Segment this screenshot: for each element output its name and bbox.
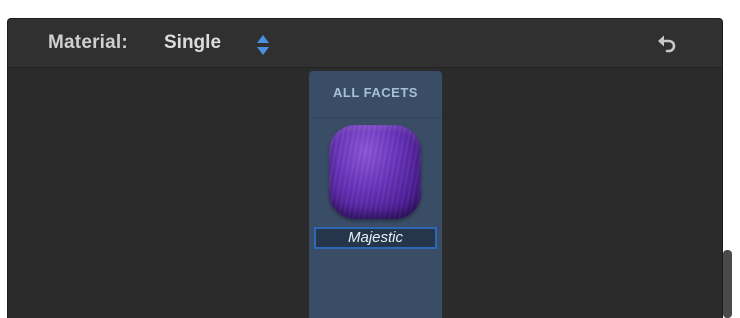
material-inspector-panel: Material: Single ALL FACETS Majestic <box>8 19 722 318</box>
facets-title: ALL FACETS <box>333 85 418 100</box>
up-down-arrows-icon[interactable] <box>256 34 270 56</box>
undo-arrow-icon[interactable] <box>656 32 678 54</box>
material-name-field[interactable]: Majestic <box>314 227 437 249</box>
material-swatch[interactable] <box>329 125 421 219</box>
vertical-scrollbar[interactable] <box>723 250 732 318</box>
material-mode-value[interactable]: Single <box>164 32 221 54</box>
material-label: Material: <box>48 32 128 53</box>
facets-divider <box>309 117 442 118</box>
inspector-header: Material: Single <box>8 19 722 68</box>
all-facets-column: ALL FACETS Majestic <box>309 71 442 318</box>
